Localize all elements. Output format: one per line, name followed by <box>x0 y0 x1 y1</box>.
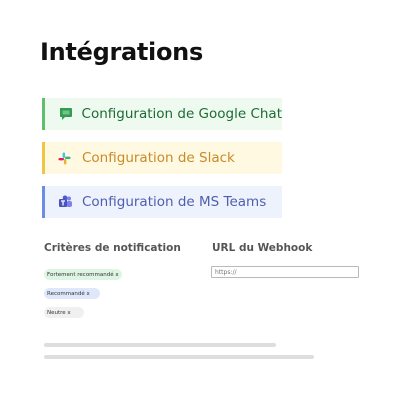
notification-criteria-label: Critères de notification <box>44 242 181 254</box>
google-chat-icon <box>58 106 78 122</box>
ms-teams-config-label: Configuration de MS Teams <box>82 194 267 210</box>
placeholder-line <box>44 355 314 359</box>
chip-strongly-recommended-label: Fortement recommandé x <box>47 271 119 278</box>
slack-config-label: Configuration de Slack <box>82 150 235 166</box>
ms-teams-config-button[interactable]: Configuration de MS Teams <box>42 186 282 218</box>
chip-neutral[interactable]: Neutre x <box>44 307 84 318</box>
google-chat-config-label: Configuration de Google Chat <box>81 106 282 122</box>
chip-strongly-recommended[interactable]: Fortement recommandé x <box>44 269 122 280</box>
webhook-url-input[interactable] <box>211 266 359 278</box>
slack-config-button[interactable]: Configuration de Slack <box>42 142 282 174</box>
page-title: Intégrations <box>40 38 203 66</box>
ms-teams-icon <box>58 195 78 209</box>
slack-icon <box>58 151 78 165</box>
chip-recommended[interactable]: Recommandé x <box>44 288 100 299</box>
webhook-url-label: URL du Webhook <box>212 242 313 254</box>
chip-recommended-label: Recommandé x <box>47 290 90 297</box>
placeholder-line <box>44 343 276 347</box>
google-chat-config-button[interactable]: Configuration de Google Chat <box>42 98 282 130</box>
chip-neutral-label: Neutre x <box>47 309 71 316</box>
